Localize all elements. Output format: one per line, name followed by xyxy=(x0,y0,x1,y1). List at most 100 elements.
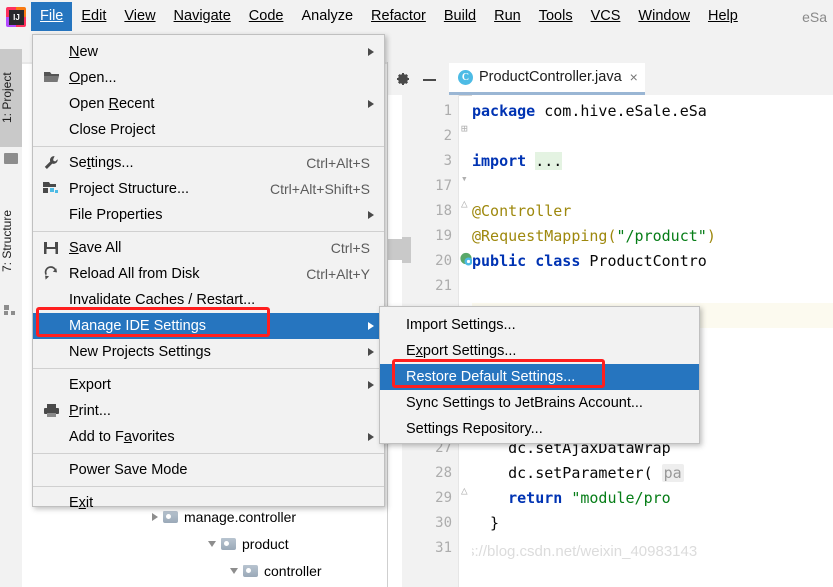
menu-edit[interactable]: Edit xyxy=(72,2,115,31)
editor-tab-productcontroller[interactable]: C ProductController.java × xyxy=(449,62,645,95)
close-icon[interactable]: × xyxy=(630,70,638,84)
list-item[interactable]: controller xyxy=(230,560,322,582)
menu-build-label: Build xyxy=(443,8,477,24)
menu-analyze[interactable]: Analyze xyxy=(292,2,362,31)
code-line: import ... xyxy=(472,152,563,170)
menu-item-new-projects-settings[interactable]: New Projects Settings xyxy=(33,339,384,365)
menu-item-exit[interactable]: Exit xyxy=(33,490,384,516)
menu-help[interactable]: Help xyxy=(699,2,747,31)
tree-label-controller: controller xyxy=(264,563,322,579)
menu-item-sync-settings-jetbrains[interactable]: Sync Settings to JetBrains Account... xyxy=(380,390,699,416)
menu-tools[interactable]: Tools xyxy=(530,2,582,31)
tool-structure-label: 7: Structure xyxy=(0,209,14,273)
code-line: return "module/pro xyxy=(508,489,671,507)
menu-window[interactable]: Window xyxy=(629,2,699,31)
menu-item-project-structure[interactable]: Project Structure... Ctrl+Alt+Shift+S xyxy=(33,176,384,202)
menu-item-power-save-mode[interactable]: Power Save Mode xyxy=(33,457,384,483)
code-line: @Controller xyxy=(472,202,572,220)
line-number: 2 xyxy=(443,128,452,144)
java-class-icon: C xyxy=(458,69,473,85)
tree-label-product: product xyxy=(242,536,289,552)
menu-item-label: Print... xyxy=(69,403,111,419)
structure-icon xyxy=(4,305,18,316)
chevron-right-icon xyxy=(368,99,374,108)
fold-collapse-icon[interactable]: △ xyxy=(461,478,468,503)
menu-run-label: Run xyxy=(494,8,521,24)
fold-collapse-icon[interactable]: △ xyxy=(461,191,468,216)
menu-refactor-label: Refactor xyxy=(371,8,426,24)
chevron-right-icon xyxy=(368,432,374,441)
gear-icon[interactable] xyxy=(395,71,411,87)
fold-expand-icon[interactable]: ⊞ xyxy=(461,116,468,141)
run-class-icon[interactable] xyxy=(459,252,473,266)
menu-item-new[interactable]: New xyxy=(33,39,384,65)
menu-vcs[interactable]: VCS xyxy=(582,2,630,31)
menu-item-export[interactable]: Export xyxy=(33,372,384,398)
menu-item-shortcut: Ctrl+Alt+S xyxy=(306,155,370,171)
menu-item-label: File Properties xyxy=(69,207,163,223)
menu-item-add-to-favorites[interactable]: Add to Favorites xyxy=(33,424,384,450)
line-number: 1 xyxy=(443,103,452,119)
sidebar-item-structure[interactable]: 7: Structure xyxy=(0,185,22,297)
menu-tools-label: Tools xyxy=(538,8,573,24)
chevron-down-icon[interactable] xyxy=(208,541,216,547)
menu-item-label: Close Project xyxy=(69,122,156,138)
line-number: 30 xyxy=(435,515,452,531)
menu-item-invalidate-caches[interactable]: Invalidate Caches / Restart... xyxy=(33,287,384,313)
menu-window-label: Window xyxy=(638,8,690,24)
menu-item-label: Sync Settings to JetBrains Account... xyxy=(406,395,643,411)
line-number: 19 xyxy=(435,228,452,244)
menu-analyze-label: Analyze xyxy=(301,8,354,24)
menu-item-import-settings[interactable]: Import Settings... xyxy=(380,312,699,338)
menu-item-print[interactable]: Print... xyxy=(33,398,384,424)
menu-item-manage-ide-settings[interactable]: Manage IDE Settings xyxy=(33,313,384,339)
menu-item-open[interactable]: Open... xyxy=(33,65,384,91)
line-number: 31 xyxy=(435,540,452,556)
chevron-down-icon[interactable] xyxy=(230,568,238,574)
menu-separator xyxy=(33,486,384,487)
menu-item-restore-default-settings[interactable]: Restore Default Settings... xyxy=(380,364,699,390)
sidebar-item-project[interactable]: 1: Project xyxy=(0,49,22,147)
wrench-icon xyxy=(43,155,60,171)
menu-help-label: Help xyxy=(707,8,738,24)
refresh-icon xyxy=(43,266,60,282)
file-menu-popup[interactable]: New Open... Open Recent Close Project Se… xyxy=(32,34,385,511)
menu-item-label: New Projects Settings xyxy=(69,344,211,360)
menu-item-close-project[interactable]: Close Project xyxy=(33,117,384,143)
code-line: public class ProductContro xyxy=(472,252,707,270)
list-item[interactable]: product xyxy=(208,533,289,555)
code-line: dc.setParameter( pa xyxy=(472,464,684,482)
menu-item-export-settings[interactable]: Export Settings... xyxy=(380,338,699,364)
line-number: 3 xyxy=(443,153,452,169)
chevron-right-icon xyxy=(368,321,374,330)
menu-navigate[interactable]: Navigate xyxy=(165,2,240,31)
chevron-right-icon xyxy=(368,47,374,56)
menu-item-reload-all-from-disk[interactable]: Reload All from Disk Ctrl+Alt+Y xyxy=(33,261,384,287)
menu-item-file-properties[interactable]: File Properties xyxy=(33,202,384,228)
line-number: 21 xyxy=(435,278,452,294)
menu-build[interactable]: Build xyxy=(435,2,485,31)
menu-item-open-recent[interactable]: Open Recent xyxy=(33,91,384,117)
code-line: @RequestMapping("/product") xyxy=(472,227,716,245)
project-panel-scrollbar-thumb[interactable] xyxy=(402,237,411,263)
menu-separator xyxy=(33,368,384,369)
left-tool-strip: 1: Project 7: Structure xyxy=(0,33,23,587)
minimize-icon[interactable] xyxy=(422,71,437,87)
fold-collapse-icon[interactable]: ▾ xyxy=(461,166,468,191)
printer-icon xyxy=(43,403,60,419)
menu-item-settings[interactable]: Settings... Ctrl+Alt+S xyxy=(33,150,384,176)
code-line: } xyxy=(472,514,500,532)
manage-ide-settings-submenu[interactable]: Import Settings... Export Settings... Re… xyxy=(379,306,700,444)
menu-item-save-all[interactable]: Save All Ctrl+S xyxy=(33,235,384,261)
watermark-text: https://blog.csdn.net/weixin_40983143 xyxy=(472,543,698,560)
menu-item-label: Project Structure... xyxy=(69,181,190,197)
menu-item-settings-repository[interactable]: Settings Repository... xyxy=(380,416,699,442)
menu-item-label: Settings... xyxy=(69,155,134,171)
line-number: 28 xyxy=(435,465,452,481)
menu-run[interactable]: Run xyxy=(485,2,530,31)
menu-file[interactable]: File xyxy=(31,2,73,31)
menu-refactor[interactable]: Refactor xyxy=(362,2,435,31)
menu-code[interactable]: Code xyxy=(240,2,293,31)
menu-view[interactable]: View xyxy=(115,2,164,31)
menubar-project-label: eSa xyxy=(802,8,827,25)
